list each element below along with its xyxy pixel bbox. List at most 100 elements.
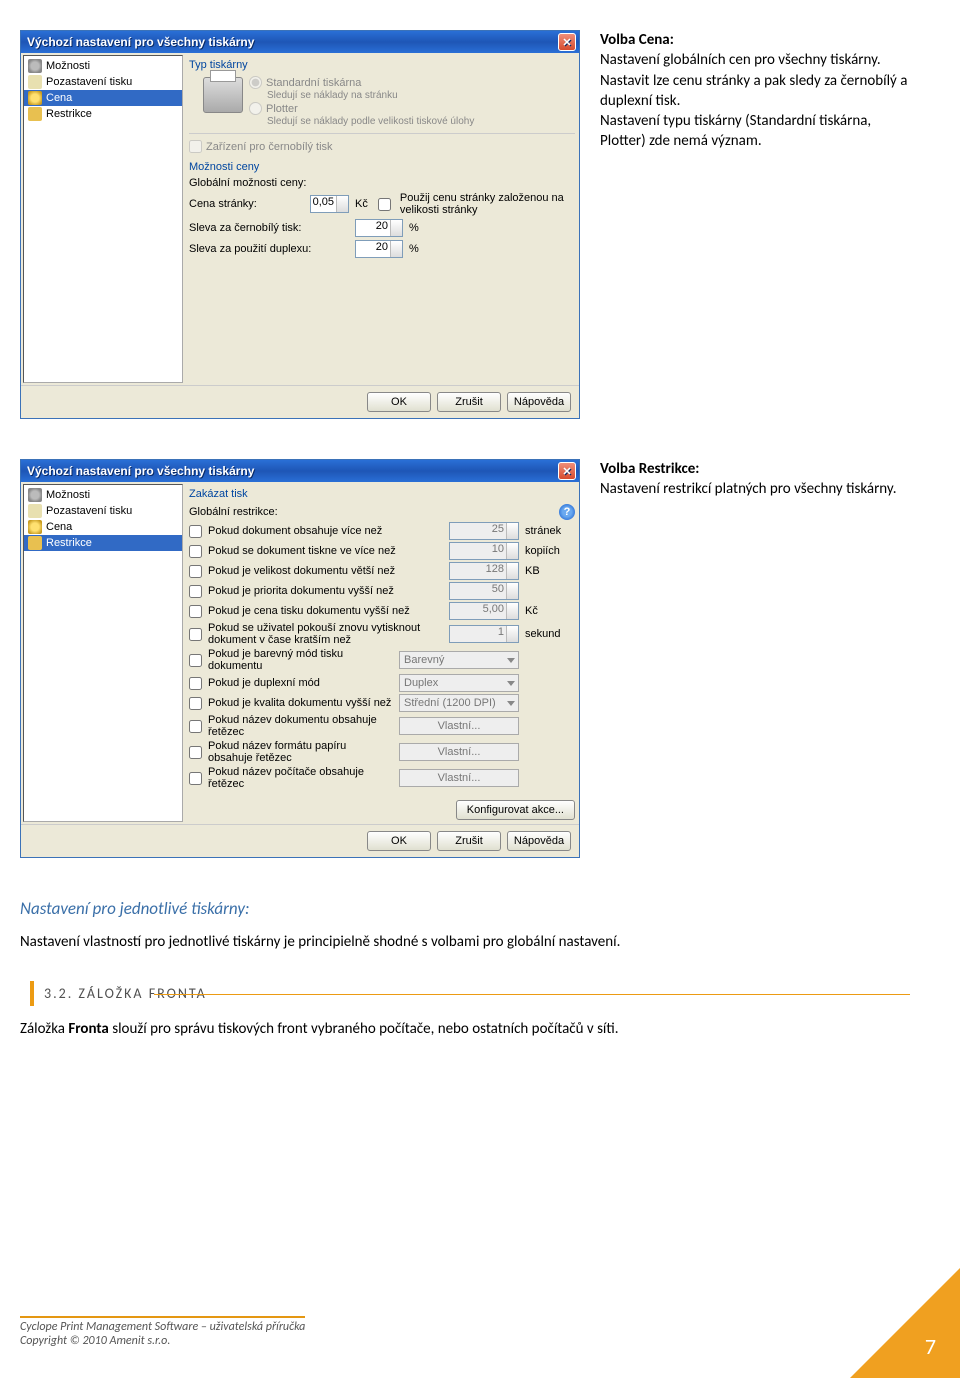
- input-value: 20: [376, 241, 388, 253]
- sidebar-item-pozastaveni[interactable]: Pozastavení tisku: [24, 503, 182, 519]
- custom-button[interactable]: Vlastní...: [399, 717, 519, 735]
- chk-restrict[interactable]: [189, 654, 202, 667]
- lbl-global-price: Globální možnosti ceny:: [189, 177, 575, 189]
- chk-restrict[interactable]: [189, 720, 202, 733]
- section-paragraph: Nastavení vlastností pro jednotlivé tisk…: [20, 933, 910, 951]
- restrict-label: Pokud je kvalita dokumentu vyšší než: [208, 697, 393, 709]
- input-duplex-discount[interactable]: 20: [355, 240, 403, 258]
- spinner-icon[interactable]: [390, 220, 402, 236]
- chk-restrict[interactable]: [189, 772, 202, 785]
- pause-icon: [28, 75, 42, 89]
- radio-standard[interactable]: [249, 76, 262, 89]
- unit-label: %: [409, 222, 419, 234]
- sidebar-item-cena[interactable]: Cena: [24, 519, 182, 535]
- input-value: 20: [376, 220, 388, 232]
- radio-subtext: Sledují se náklady podle velikosti tisko…: [267, 116, 575, 127]
- custom-button[interactable]: Vlastní...: [399, 743, 519, 761]
- unit-label: %: [409, 243, 419, 255]
- lbl-global-restrict: Globální restrikce:: [189, 506, 278, 518]
- group-typ-tiskarny: Typ tiskárny: [189, 59, 575, 71]
- chk-restrict[interactable]: [189, 677, 202, 690]
- chk-restrict[interactable]: [189, 605, 202, 618]
- combo-duplex[interactable]: Duplex: [399, 674, 519, 692]
- ok-button[interactable]: OK: [367, 831, 431, 851]
- input-value: 0,05: [313, 196, 334, 208]
- spinner-icon[interactable]: [506, 603, 518, 619]
- spinner-icon[interactable]: [336, 196, 348, 212]
- input-bw-discount[interactable]: 20: [355, 219, 403, 237]
- desc-line: Nastavení typu tiskárny (Standardní tisk…: [600, 112, 871, 150]
- window-title: Výchozí nastavení pro všechny tiskárny: [27, 464, 254, 478]
- unit-label: Kč: [525, 605, 575, 617]
- chk-restrict[interactable]: [189, 545, 202, 558]
- help-button[interactable]: Nápověda: [507, 831, 571, 851]
- field-label: Sleva za použití duplexu:: [189, 243, 349, 255]
- chk-use-size[interactable]: [378, 198, 391, 211]
- chk-restrict[interactable]: [189, 565, 202, 578]
- combo-color[interactable]: Barevný: [399, 651, 519, 669]
- cancel-button[interactable]: Zrušit: [437, 392, 501, 412]
- combo-quality[interactable]: Střední (1200 DPI): [399, 694, 519, 712]
- lock-icon: [28, 536, 42, 550]
- dialog-cena: Výchozí nastavení pro všechny tiskárny ✕…: [20, 30, 580, 419]
- pause-icon: [28, 504, 42, 518]
- chk-restrict[interactable]: [189, 746, 202, 759]
- restrict-value[interactable]: 50: [449, 582, 519, 600]
- spinner-icon[interactable]: [506, 563, 518, 579]
- custom-button[interactable]: Vlastní...: [399, 769, 519, 787]
- radio-plotter[interactable]: [249, 102, 262, 115]
- help-button[interactable]: Nápověda: [507, 392, 571, 412]
- unit-label: sekund: [525, 628, 575, 640]
- sidebar-item-moznosti[interactable]: Možnosti: [24, 58, 182, 74]
- radio-label: Plotter: [266, 103, 298, 115]
- fronta-paragraph: Záložka Fronta slouží pro správu tiskový…: [20, 1020, 910, 1038]
- restrict-value[interactable]: 1: [449, 625, 519, 643]
- restrict-label: Pokud se uživatel pokouší znovu vytiskno…: [208, 622, 443, 646]
- chk-restrict[interactable]: [189, 628, 202, 641]
- chk-restrict[interactable]: [189, 525, 202, 538]
- restrict-label: Pokud název dokumentu obsahuje řetězec: [208, 714, 393, 738]
- close-icon[interactable]: ✕: [558, 462, 576, 480]
- numbered-section: 3.2. ZÁLOŽKA FRONTA: [30, 981, 910, 1006]
- description-restrikce: Volba Restrikce: Nastavení restrikcí pla…: [600, 459, 910, 858]
- restrict-label: Pokud se dokument tiskne ve více než: [208, 545, 443, 557]
- restrict-value[interactable]: 5,00: [449, 602, 519, 620]
- sidebar: Možnosti Pozastavení tisku Cena Restrikc…: [23, 484, 183, 822]
- spinner-icon[interactable]: [390, 241, 402, 257]
- help-icon[interactable]: ?: [559, 504, 575, 520]
- spinner-icon[interactable]: [506, 543, 518, 559]
- page-corner-decoration: [850, 1268, 960, 1378]
- ok-button[interactable]: OK: [367, 392, 431, 412]
- unit-label: stránek: [525, 525, 575, 537]
- sidebar-item-label: Pozastavení tisku: [46, 76, 132, 88]
- sidebar-item-cena[interactable]: Cena: [24, 90, 182, 106]
- spinner-icon[interactable]: [506, 626, 518, 642]
- lock-icon: [28, 107, 42, 121]
- restrict-label: Pokud je velikost dokumentu větší než: [208, 565, 443, 577]
- restrict-label: Pokud název počítače obsahuje řetězec: [208, 766, 393, 790]
- restrict-value[interactable]: 10: [449, 542, 519, 560]
- configure-actions-button[interactable]: Konfigurovat akce...: [456, 800, 575, 820]
- gear-icon: [28, 59, 42, 73]
- page-number: 7: [925, 1333, 936, 1360]
- chk-bw-device[interactable]: [189, 140, 202, 153]
- dialog-restrikce: Výchozí nastavení pro všechny tiskárny ✕…: [20, 459, 580, 858]
- chk-restrict[interactable]: [189, 585, 202, 598]
- restrict-label: Pokud název formátu papíru obsahuje řetě…: [208, 740, 393, 764]
- cancel-button[interactable]: Zrušit: [437, 831, 501, 851]
- spinner-icon[interactable]: [506, 523, 518, 539]
- sidebar-item-pozastaveni[interactable]: Pozastavení tisku: [24, 74, 182, 90]
- spinner-icon[interactable]: [506, 583, 518, 599]
- sidebar-item-moznosti[interactable]: Možnosti: [24, 487, 182, 503]
- input-price-page[interactable]: 0,05: [310, 195, 349, 213]
- titlebar: Výchozí nastavení pro všechny tiskárny ✕: [21, 31, 579, 53]
- sidebar-item-restrikce[interactable]: Restrikce: [24, 106, 182, 122]
- restrict-value[interactable]: 128: [449, 562, 519, 580]
- chk-restrict[interactable]: [189, 697, 202, 710]
- restrict-label: Pokud dokument obsahuje více než: [208, 525, 443, 537]
- sidebar-item-label: Restrikce: [46, 537, 92, 549]
- restrict-value[interactable]: 25: [449, 522, 519, 540]
- close-icon[interactable]: ✕: [558, 33, 576, 51]
- sidebar-item-restrikce[interactable]: Restrikce: [24, 535, 182, 551]
- desc-line: Nastavení restrikcí platných pro všechny…: [600, 480, 897, 498]
